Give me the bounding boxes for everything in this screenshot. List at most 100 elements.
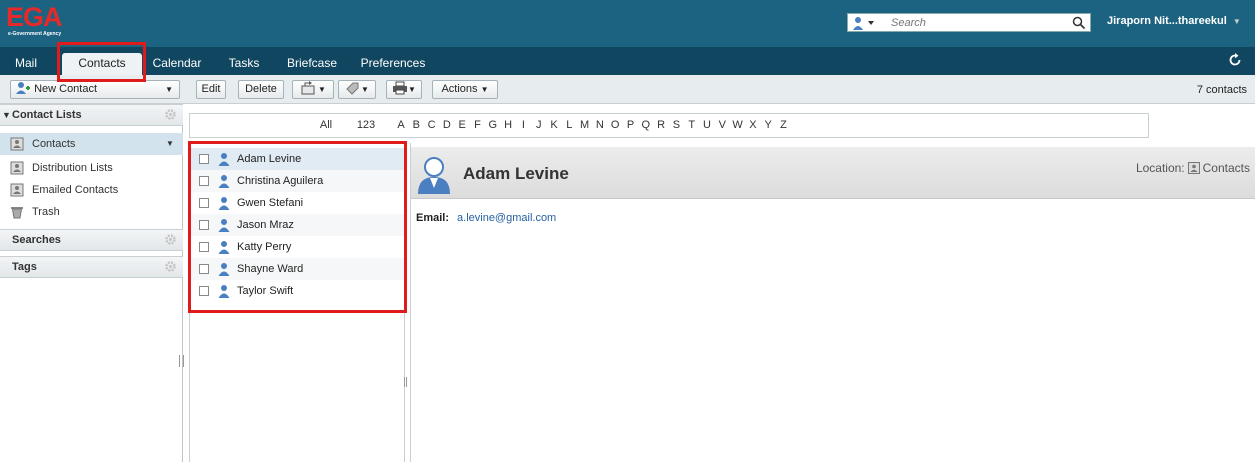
location-folder-link[interactable]: Contacts bbox=[1203, 161, 1250, 175]
contact-row[interactable]: Adam Levine bbox=[191, 148, 404, 170]
ega-logo[interactable]: EGA e-Government Agency bbox=[6, 2, 66, 40]
sidebar-item-contacts[interactable]: Contacts ▼ bbox=[0, 133, 183, 155]
alpha-filter-t[interactable]: T bbox=[686, 114, 698, 137]
email-link[interactable]: a.levine@gmail.com bbox=[457, 212, 556, 224]
location-label: Location: bbox=[1135, 161, 1185, 175]
alpha-filter-g[interactable]: G bbox=[487, 114, 499, 137]
contact-row[interactable]: Taylor Swift bbox=[191, 280, 404, 302]
sidebar-item-trash[interactable]: Trash bbox=[0, 201, 183, 223]
alpha-filter-w[interactable]: W bbox=[732, 114, 744, 137]
contact-checkbox[interactable] bbox=[199, 242, 209, 252]
contact-count: 7 contacts bbox=[1196, 84, 1247, 96]
tab-briefcase[interactable]: Briefcase bbox=[282, 53, 342, 75]
contact-checkbox[interactable] bbox=[199, 176, 209, 186]
contact-checkbox[interactable] bbox=[199, 264, 209, 274]
sidebar-item-emailed-contacts[interactable]: Emailed Contacts bbox=[0, 179, 183, 201]
refresh-icon[interactable] bbox=[1227, 52, 1243, 68]
tag-button[interactable]: ▼ bbox=[338, 80, 376, 99]
tab-mail[interactable]: Mail bbox=[6, 53, 46, 75]
actions-button[interactable]: Actions ▼ bbox=[432, 80, 498, 99]
contact-checkbox[interactable] bbox=[199, 198, 209, 208]
alpha-filter-all[interactable]: All bbox=[310, 114, 342, 137]
alpha-filter-b[interactable]: B bbox=[410, 114, 422, 137]
logo-subtitle: e-Government Agency bbox=[8, 31, 62, 37]
contact-detail-pane: Adam Levine Location: Contacts Email: a.le… bbox=[410, 143, 1255, 462]
pane-resize-handle[interactable] bbox=[404, 377, 407, 387]
search-icon[interactable] bbox=[1071, 15, 1087, 31]
pane-resize-handle[interactable] bbox=[179, 355, 184, 367]
alpha-filter-k[interactable]: K bbox=[548, 114, 560, 137]
contact-row[interactable]: Jason Mraz bbox=[191, 214, 404, 236]
contact-checkbox[interactable] bbox=[199, 220, 209, 230]
alpha-filter-i[interactable]: I bbox=[517, 114, 529, 137]
alpha-filter-h[interactable]: H bbox=[502, 114, 514, 137]
alpha-filter-f[interactable]: F bbox=[472, 114, 484, 137]
contact-checkbox[interactable] bbox=[199, 286, 209, 296]
alpha-filter-c[interactable]: C bbox=[426, 114, 438, 137]
alpha-filter-q[interactable]: Q bbox=[640, 114, 652, 137]
search-input[interactable] bbox=[891, 15, 1061, 30]
new-contact-button[interactable]: New Contact ▼ bbox=[10, 80, 180, 99]
alpha-filter-j[interactable]: J bbox=[533, 114, 545, 137]
alpha-filter-a[interactable]: A bbox=[395, 114, 407, 137]
alpha-filter-o[interactable]: O bbox=[609, 114, 621, 137]
contact-location: Location: Contacts bbox=[1136, 161, 1250, 175]
contact-checkbox[interactable] bbox=[199, 154, 209, 164]
email-label: Email: bbox=[416, 212, 450, 224]
tab-preferences[interactable]: Preferences bbox=[356, 53, 430, 75]
alpha-filter-x[interactable]: X bbox=[747, 114, 759, 137]
person-icon bbox=[218, 153, 230, 166]
contact-row[interactable]: Christina Aguilera bbox=[191, 170, 404, 192]
search-box bbox=[847, 13, 1091, 32]
overview-pane: ▼ Contact Lists Contacts ▼ Distribution … bbox=[0, 104, 183, 462]
printer-icon bbox=[393, 81, 408, 95]
edit-button[interactable]: Edit bbox=[196, 80, 226, 99]
logo-text: EGA bbox=[6, 2, 63, 32]
contact-row[interactable]: Gwen Stefani bbox=[191, 192, 404, 214]
user-menu[interactable]: Jiraporn Nit...thareekul ▼ bbox=[1107, 15, 1241, 27]
alpha-filter-r[interactable]: R bbox=[655, 114, 667, 137]
contact-avatar-icon bbox=[418, 157, 450, 194]
person-icon bbox=[218, 175, 230, 188]
gear-icon[interactable] bbox=[164, 260, 177, 273]
contact-name-heading: Adam Levine bbox=[463, 164, 569, 183]
alpha-filter-n[interactable]: N bbox=[594, 114, 606, 137]
tags-header[interactable]: Tags bbox=[0, 256, 183, 278]
alpha-filter-v[interactable]: V bbox=[716, 114, 728, 137]
alphabet-filter-bar: All 123 A B C D E F G H I J K L M N O P Q R S T U V W X Y Z bbox=[189, 113, 1149, 138]
alpha-filter-u[interactable]: U bbox=[701, 114, 713, 137]
sidebar-item-label: Distribution Lists bbox=[32, 162, 113, 174]
alpha-filter-y[interactable]: Y bbox=[762, 114, 774, 137]
tab-tasks[interactable]: Tasks bbox=[224, 53, 264, 75]
tab-contacts[interactable]: Contacts bbox=[62, 53, 142, 75]
contact-row[interactable]: Katty Perry bbox=[191, 236, 404, 258]
person-icon bbox=[218, 241, 230, 254]
print-button[interactable]: ▼ bbox=[386, 80, 422, 99]
gear-icon[interactable] bbox=[164, 233, 177, 246]
person-icon bbox=[218, 263, 230, 276]
alpha-filter-z[interactable]: Z bbox=[778, 114, 790, 137]
contact-lists-header[interactable]: ▼ Contact Lists bbox=[0, 104, 183, 126]
new-contact-icon bbox=[16, 82, 30, 94]
searches-header[interactable]: Searches bbox=[0, 229, 183, 251]
alpha-filter-e[interactable]: E bbox=[456, 114, 468, 137]
alpha-filter-d[interactable]: D bbox=[441, 114, 453, 137]
gear-icon[interactable] bbox=[164, 108, 177, 121]
alpha-filter-123[interactable]: 123 bbox=[350, 114, 382, 137]
alpha-filter-m[interactable]: M bbox=[579, 114, 591, 137]
contact-row[interactable]: Shayne Ward bbox=[191, 258, 404, 280]
chevron-down-icon[interactable]: ▼ bbox=[165, 81, 173, 98]
alpha-filter-p[interactable]: P bbox=[625, 114, 637, 137]
alpha-filter-l[interactable]: L bbox=[563, 114, 575, 137]
search-type-selector[interactable] bbox=[851, 15, 891, 31]
contact-name: Jason Mraz bbox=[237, 219, 294, 231]
tab-calendar[interactable]: Calendar bbox=[148, 53, 206, 75]
new-contact-label: New Contact bbox=[34, 83, 98, 95]
sidebar-item-distribution-lists[interactable]: Distribution Lists bbox=[0, 157, 183, 179]
chevron-down-icon[interactable]: ▼ bbox=[166, 133, 174, 155]
alpha-filter-s[interactable]: S bbox=[670, 114, 682, 137]
tags-label: Tags bbox=[12, 261, 37, 273]
trash-icon bbox=[11, 207, 23, 219]
delete-button[interactable]: Delete bbox=[238, 80, 284, 99]
move-button[interactable]: ▼ bbox=[292, 80, 334, 99]
